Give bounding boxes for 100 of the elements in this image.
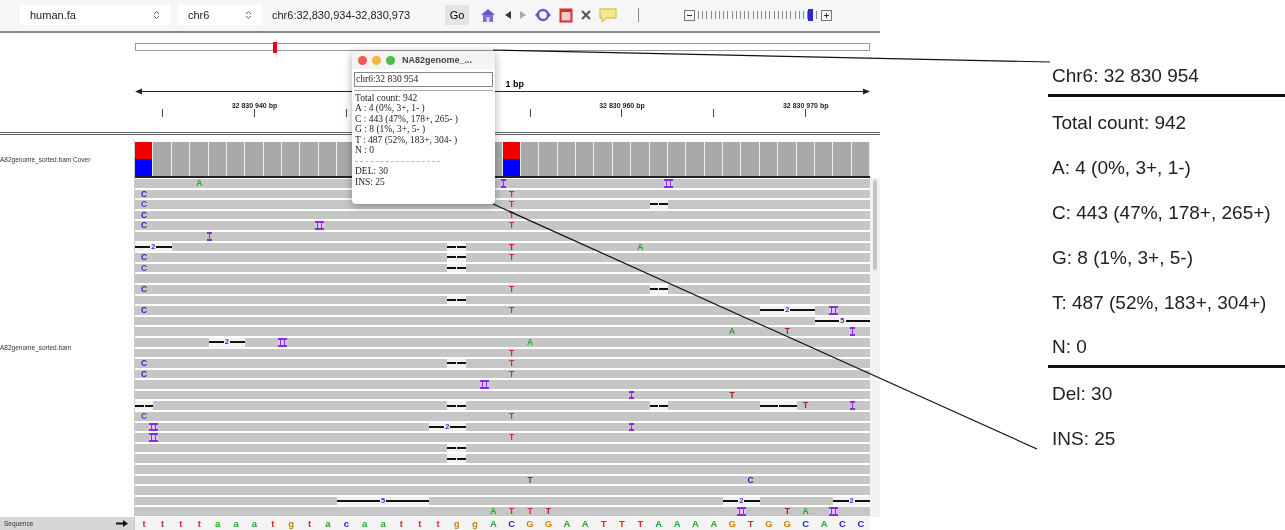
annotation-text: Del: 30 [1052, 382, 1113, 405]
sequence-base: C [801, 517, 811, 530]
sequence-base: A [709, 517, 719, 530]
sequence-base: G [525, 517, 535, 530]
mismatch-base: T [526, 475, 534, 485]
coverage-bar [153, 142, 172, 176]
home-icon[interactable] [479, 7, 497, 24]
count-line: DEL: 30 [355, 166, 389, 177]
sequence-base: a [232, 517, 240, 530]
mismatch-base: C [140, 253, 149, 262]
back-arrow-icon[interactable] [504, 10, 512, 21]
mismatch-base: T [728, 390, 736, 400]
tick-mark [621, 108, 623, 117]
mismatch-base: T [508, 359, 516, 368]
sequence-base: A [819, 517, 829, 530]
scroll-bar[interactable] [870, 178, 880, 517]
annotation-text: G: 8 (1%, 3+, 5-) [1052, 246, 1193, 269]
sequence-base: T [636, 517, 645, 530]
mismatch-base: T [783, 507, 791, 516]
annotation-text: C: 443 (47%, 178+, 265+) [1052, 201, 1271, 224]
mismatch-base: A [526, 337, 535, 347]
plus-icon [823, 11, 830, 19]
count-line: C : 443 (47%, 178+, 265- ) [355, 113, 459, 125]
go-button[interactable]: Go [445, 5, 469, 26]
annotation-text: Chr6: 32 830 954 [1052, 65, 1199, 87]
mismatch-base: T [544, 507, 553, 516]
count-line: Total count: 942 [355, 93, 419, 104]
mismatch-base: C [140, 306, 149, 315]
mismatch-base: T [508, 253, 516, 262]
refresh-icon[interactable] [534, 7, 552, 24]
sequence-base: t [435, 517, 441, 530]
close-icon[interactable] [580, 9, 592, 22]
sequence-base: G [727, 517, 737, 530]
sequence-base: a [214, 517, 222, 530]
sequence-base: t [417, 517, 423, 530]
sequence-base: a [361, 517, 369, 530]
tick-mark [162, 108, 164, 117]
sequence-base: A [562, 517, 572, 530]
zoom-out-button[interactable] [684, 9, 695, 21]
mismatch-base: T [508, 284, 516, 294]
mismatch-base: A [728, 327, 737, 336]
panel-icon[interactable] [559, 7, 573, 23]
mismatch-base: A [195, 179, 204, 188]
mismatch-base: C [140, 369, 149, 379]
tick-mark [713, 108, 715, 117]
coverage-bar [723, 142, 742, 176]
mismatch-base: T [508, 189, 516, 199]
sequence-base: A [580, 517, 590, 530]
slider-thumb[interactable] [807, 9, 813, 22]
coverage-bar [282, 142, 301, 176]
sequence-base: t [270, 517, 276, 530]
coverage-bar [594, 142, 613, 176]
coverage-bar [300, 142, 319, 176]
mismatch-base: T [508, 306, 516, 315]
mismatch-base: C [140, 189, 149, 199]
mismatch-base: A [489, 507, 498, 516]
chromosome-dropdown[interactable]: chr6 [178, 5, 262, 26]
genome-dropdown[interactable]: human.fa [20, 5, 170, 26]
mismatch-base: T [508, 221, 516, 230]
sequence-base: t [141, 517, 147, 530]
mismatch-base: C [140, 263, 149, 273]
mismatch-base: T [508, 348, 516, 358]
coverage-bar [576, 142, 595, 176]
coverage-bar [686, 142, 705, 176]
position-field[interactable]: chr6:32 830 954 [354, 72, 493, 87]
mismatch-base: T [508, 200, 516, 209]
mismatch-base: A [636, 242, 645, 252]
mismatch-base: T [802, 401, 810, 411]
count-line: T : 487 (52%, 183+, 304- ) [355, 134, 459, 146]
mismatch-base: T [508, 433, 516, 442]
annotation-text: Total count: 942 [1052, 111, 1187, 134]
sequence-base: t [178, 517, 184, 530]
sequence-base: g [287, 517, 296, 530]
sequence-base: G [782, 517, 792, 530]
sequence-base: g [471, 517, 479, 530]
mismatch-base: T [783, 327, 791, 336]
tick-mark [805, 108, 807, 117]
sequence-base: t [306, 517, 313, 530]
count-line: N : 0 [355, 145, 375, 156]
zoom-in-button[interactable] [821, 9, 832, 21]
sequence-base: a [324, 517, 332, 530]
sequence-base: A [488, 517, 498, 530]
sequence-base: G [764, 517, 774, 530]
close-button[interactable] [358, 55, 367, 65]
mismatch-base: T [508, 412, 516, 421]
popup-title: NA82genome_... [402, 55, 473, 65]
annotation-text: INS: 25 [1052, 427, 1116, 450]
mismatch-base: C [140, 221, 149, 230]
tick-mark [253, 108, 255, 117]
sequence-base: T [746, 517, 755, 530]
annotation-text: N: 0 [1052, 336, 1087, 358]
mismatch-base: C [746, 475, 755, 485]
strand-arrow-icon[interactable] [116, 520, 128, 527]
sequence-base: t [159, 517, 166, 530]
mismatch-base: A [801, 507, 810, 516]
mismatch-base: T [526, 507, 534, 516]
sequence-base: a [379, 517, 387, 530]
sequence-base: C [838, 517, 847, 530]
coverage-bar [833, 142, 852, 176]
sequence-base: T [599, 517, 608, 530]
